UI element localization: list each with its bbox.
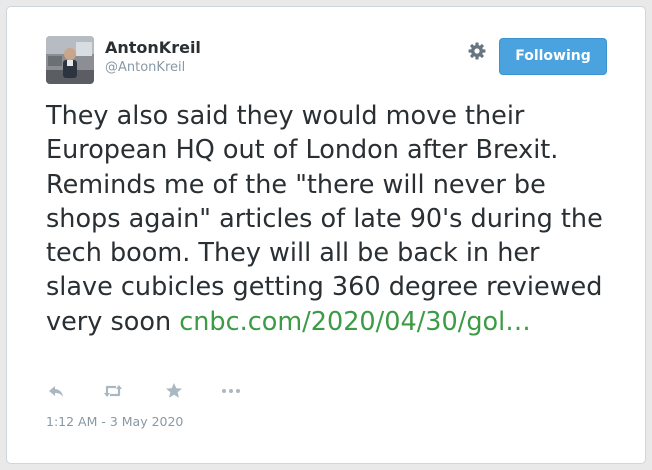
- retweet-icon[interactable]: [102, 381, 124, 401]
- tweet-link[interactable]: cnbc.com/2020/04/30/gol…: [179, 307, 530, 337]
- display-name[interactable]: AntonKreil: [105, 38, 201, 58]
- tweet-text: They also said they would move their Eur…: [46, 99, 606, 339]
- tweet-card: AntonKreil @AntonKreil Following They al…: [6, 6, 646, 464]
- gear-icon[interactable]: [467, 41, 487, 61]
- following-button[interactable]: Following: [499, 38, 607, 75]
- user-handle[interactable]: @AntonKreil: [105, 60, 185, 76]
- reply-icon[interactable]: [46, 381, 68, 401]
- more-icon[interactable]: [220, 381, 242, 401]
- tweet-body: They also said they would move their Eur…: [46, 101, 603, 337]
- tweet-timestamp[interactable]: 1:12 AM - 3 May 2020: [46, 414, 183, 430]
- star-icon[interactable]: [164, 381, 186, 401]
- avatar[interactable]: [46, 36, 94, 84]
- avatar-image: [46, 36, 94, 84]
